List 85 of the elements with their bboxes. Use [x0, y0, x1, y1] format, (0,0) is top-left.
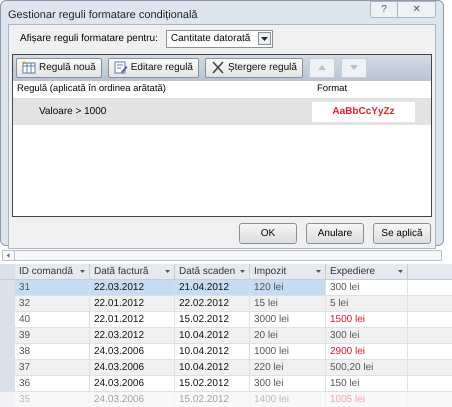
- table-cell: 10.04.2012: [175, 328, 250, 343]
- format-preview: AaBbCcYyZz: [312, 102, 415, 122]
- toolbar-button[interactable]: Editare regulă: [108, 58, 199, 78]
- table-row[interactable]: 39 22.03.2012 10.04.2012 20 lei 300 lei: [0, 328, 452, 344]
- column-header: Format: [316, 82, 348, 96]
- table-cell: 10.04.2012: [175, 344, 250, 359]
- table-cell: 40: [15, 312, 90, 327]
- table-cell: 300 lei: [326, 328, 408, 343]
- dropdown-arrow-icon: [80, 270, 85, 273]
- table-cell: 24.03.2006: [90, 392, 175, 407]
- table-cell: 35: [15, 392, 90, 407]
- column-header[interactable]: Dată factură: [90, 264, 175, 279]
- toolbar-button[interactable]: Regulă nouă: [16, 58, 102, 78]
- table-cell: 24.03.2006: [90, 360, 175, 375]
- table-cell: 22.01.2012: [90, 296, 175, 311]
- dropdown-arrow-icon: [165, 270, 170, 273]
- row-selector[interactable]: [0, 344, 15, 359]
- help-button[interactable]: ?: [370, 1, 398, 18]
- column-header[interactable]: Impozit: [250, 264, 326, 279]
- table-cell: 300 lei: [326, 280, 408, 295]
- column-header: Regulă (aplicată în ordinea arătată): [16, 82, 167, 96]
- table-cell: 22.01.2012: [90, 312, 175, 327]
- table-cell: 24.03.2006: [90, 376, 175, 391]
- dropdown-arrow-icon: [398, 270, 403, 273]
- table-cell: 31: [15, 280, 90, 295]
- table-row[interactable]: 32 22.01.2012 22.02.2012 15 lei 5 lei: [0, 296, 452, 312]
- row-selector[interactable]: [0, 376, 15, 391]
- dropdown-arrow-icon: [240, 270, 245, 273]
- row-selector[interactable]: [0, 296, 15, 311]
- rule-text: Valoare > 1000: [38, 105, 108, 119]
- table-cell: 150 lei: [326, 376, 408, 391]
- table-cell: 120 lei: [250, 280, 326, 295]
- table-cell: 22.03.2012: [90, 280, 175, 295]
- column-header[interactable]: ID comandă: [15, 264, 90, 279]
- table-cell: 1500 lei: [326, 312, 408, 327]
- dropdown[interactable]: Cantitate datorată: [166, 30, 274, 48]
- table-cell: 2900 lei: [326, 344, 408, 359]
- column-header[interactable]: Dată scaden: [175, 264, 250, 279]
- rule-row[interactable]: Valoare > 1000 AaBbCcYyZz: [13, 98, 431, 124]
- table-cell: 21.04.2012: [175, 280, 250, 295]
- row-selector[interactable]: [0, 328, 15, 343]
- down-triangle-icon: [350, 65, 358, 70]
- table-cell: 1400 lei: [250, 392, 326, 407]
- window-title: Gestionar reguli formatare condițională: [8, 8, 198, 23]
- table-cell: 39: [15, 328, 90, 343]
- table-cell: 36: [15, 376, 90, 391]
- up-triangle-icon: [318, 65, 326, 70]
- table-cell: 220 lei: [250, 360, 326, 375]
- table-row[interactable]: 31 22.03.2012 21.04.2012 120 lei 300 lei: [0, 280, 452, 296]
- close-button[interactable]: ✕: [398, 1, 436, 18]
- table-cell: 500,20 lei: [326, 360, 408, 375]
- dialog-button[interactable]: OK: [239, 222, 297, 244]
- table-cell: 15.02.2012: [175, 392, 250, 407]
- table-cell: 15.02.2012: [175, 376, 250, 391]
- table-cell: 3000 lei: [250, 312, 326, 327]
- table-row[interactable]: 37 24.03.2006 10.04.2012 220 lei 500,20 lei: [0, 360, 452, 376]
- dialog-button[interactable]: Anulare: [306, 222, 364, 244]
- table-cell: 22.02.2012: [175, 296, 250, 311]
- table-row[interactable]: 38 24.03.2006 10.04.2012 1000 lei 2900 lei: [0, 344, 452, 360]
- close-icon: [210, 61, 225, 74]
- row-selector[interactable]: [0, 312, 15, 327]
- table-cell: 38: [15, 344, 90, 359]
- edit-icon: [114, 61, 128, 74]
- table-cell: 22.03.2012: [90, 328, 175, 343]
- table-cell: 300 lei: [250, 376, 326, 391]
- table-cell: 10.04.2012: [175, 360, 250, 375]
- field-label: Afișare reguli formatare pentru:: [20, 32, 158, 46]
- table-row[interactable]: 40 22.01.2012 15.02.2012 3000 lei 1500 lei: [0, 312, 452, 328]
- table-cell: 15 lei: [250, 296, 326, 311]
- table-cell: 1000 lei: [250, 344, 326, 359]
- table-cell: 37: [15, 360, 90, 375]
- table-icon: [22, 61, 36, 74]
- table-cell: 24.03.2006: [90, 344, 175, 359]
- table-cell: 20 lei: [250, 328, 326, 343]
- table-row[interactable]: 36 24.03.2006 15.02.2012 300 lei 150 lei: [0, 376, 452, 392]
- table-cell: 15.02.2012: [175, 312, 250, 327]
- table-cell: 32: [15, 296, 90, 311]
- dialog-button[interactable]: Se aplică: [373, 222, 431, 244]
- row-selector[interactable]: [0, 360, 15, 375]
- row-selector[interactable]: [0, 280, 15, 295]
- table-cell: 1005 lei: [326, 392, 408, 407]
- dropdown-arrow-icon: [316, 270, 321, 273]
- column-header[interactable]: Expediere: [326, 264, 408, 279]
- toolbar-button[interactable]: Ștergere regulă: [204, 58, 303, 78]
- table-cell: 5 lei: [326, 296, 408, 311]
